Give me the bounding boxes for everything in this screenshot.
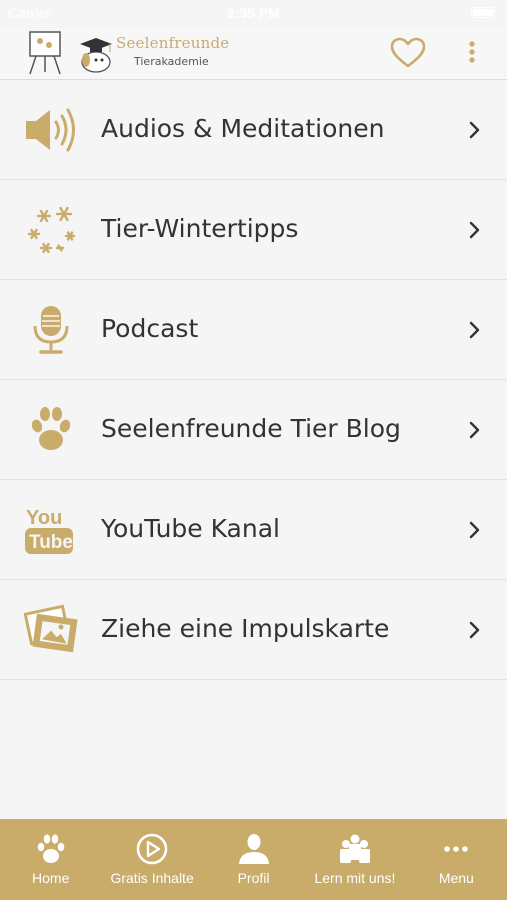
heart-icon (390, 37, 426, 68)
menu-item-label: Ziehe eine Impulskarte (101, 614, 390, 643)
tab-label: Gratis Inhalte (110, 870, 194, 886)
more-vertical-icon (469, 41, 475, 63)
menu-item-youtube[interactable]: You Tube YouTube Kanal (0, 480, 507, 580)
microphone-icon (33, 306, 69, 354)
group-icon (339, 834, 370, 863)
battery-icon (471, 7, 495, 18)
chevron-right-icon (469, 421, 480, 439)
paw-icon (37, 834, 65, 863)
menu-item-blog[interactable]: Seelenfreunde Tier Blog (0, 380, 507, 480)
menu-item-label: Audios & Meditationen (101, 114, 385, 143)
svg-text:You: You (26, 507, 62, 529)
chevron-right-icon (469, 521, 480, 539)
tab-label: Menu (438, 870, 474, 886)
menu-item-wintertipps[interactable]: Tier-Wintertipps (0, 180, 507, 280)
menu-item-label: YouTube Kanal (101, 514, 280, 543)
picture-cards-icon (24, 604, 78, 653)
tab-label: Home (32, 870, 70, 886)
more-options-button[interactable] (460, 38, 484, 68)
tab-label: Profil (237, 870, 270, 886)
menu-list: Audios & Meditationen Tier-Wintertipps P… (0, 80, 507, 680)
app-header: Seelenfreunde Tierakademie (0, 28, 507, 80)
menu-item-label: Seelenfreunde Tier Blog (101, 414, 401, 443)
tab-menu[interactable]: Menu (406, 819, 507, 900)
tab-label: Lern mit uns! (314, 870, 396, 886)
chevron-right-icon (469, 321, 480, 339)
menu-item-label: Tier-Wintertipps (101, 214, 299, 243)
paw-icon (31, 407, 71, 450)
bottom-tab-bar: Home Gratis Inhalte Profil Lern mit uns! (0, 819, 507, 900)
tab-home[interactable]: Home (0, 819, 101, 900)
chevron-right-icon (469, 221, 480, 239)
status-bar: Carrier 2:35 PM (0, 0, 507, 28)
favorites-button[interactable] (390, 37, 426, 69)
tab-lern-mit-uns[interactable]: Lern mit uns! (304, 819, 405, 900)
menu-item-audios[interactable]: Audios & Meditationen (0, 80, 507, 180)
status-time: 2:35 PM (227, 5, 280, 21)
menu-item-label: Podcast (101, 314, 199, 343)
tab-gratis-inhalte[interactable]: Gratis Inhalte (101, 819, 202, 900)
youtube-icon: You Tube (25, 507, 73, 554)
logo-subtitle: Tierakademie (134, 55, 209, 68)
snowflakes-icon (27, 206, 76, 254)
logo-title: Seelenfreunde (116, 34, 230, 52)
speaker-icon (26, 108, 75, 152)
play-circle-icon (136, 833, 168, 865)
chevron-right-icon (469, 121, 480, 139)
menu-item-podcast[interactable]: Podcast (0, 280, 507, 380)
chevron-right-icon (469, 621, 480, 639)
logo-easel-dog-icon (29, 31, 112, 75)
menu-item-impulskarte[interactable]: Ziehe eine Impulskarte (0, 580, 507, 680)
person-icon (238, 834, 269, 864)
more-horizontal-icon (444, 846, 469, 852)
svg-text:Tube: Tube (29, 532, 73, 553)
app-logo: Seelenfreunde Tierakademie (24, 28, 244, 78)
tab-profil[interactable]: Profil (203, 819, 304, 900)
